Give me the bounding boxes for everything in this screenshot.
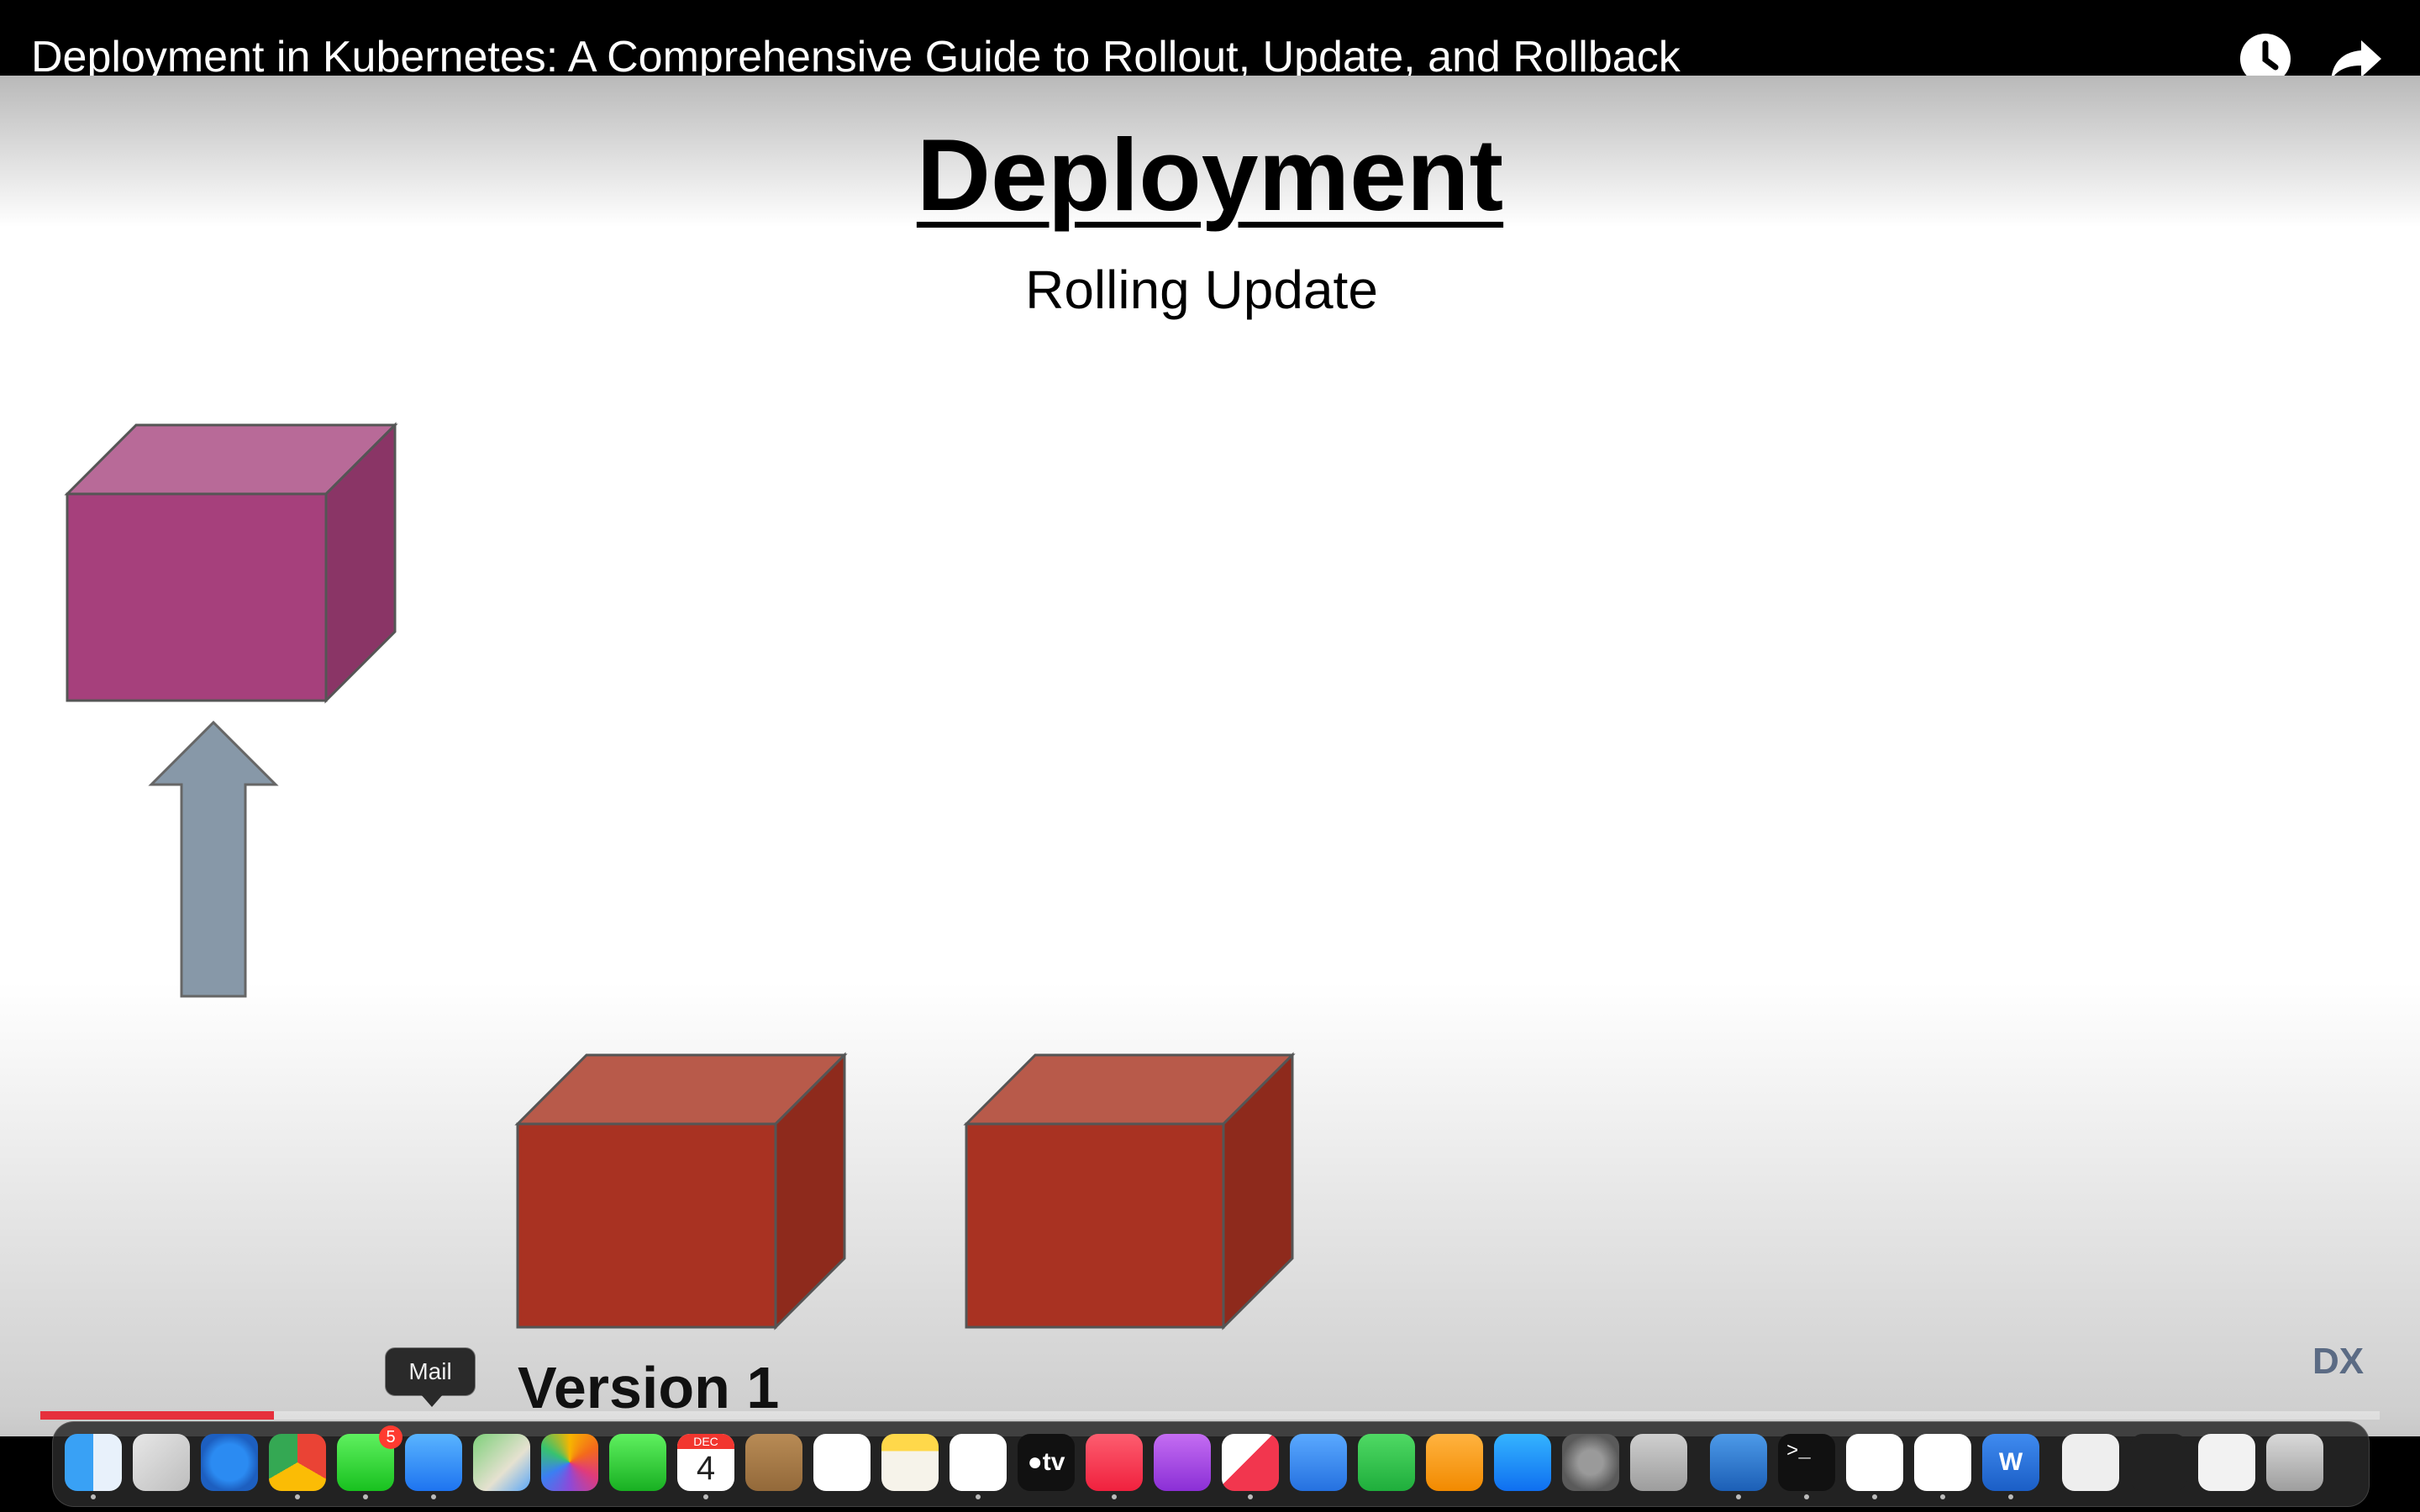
running-indicator [91, 1494, 96, 1499]
terminal-prompt: >_ [1786, 1441, 1811, 1463]
facetime-icon[interactable] [609, 1434, 666, 1491]
running-indicator [2008, 1494, 2013, 1499]
launchpad-icon[interactable] [133, 1434, 190, 1491]
openoffice-icon[interactable] [1710, 1434, 1767, 1491]
calendar-day: 4 [696, 1450, 716, 1487]
tv-label: ●tv [1027, 1448, 1065, 1476]
nordvpn-icon[interactable] [1914, 1434, 1971, 1491]
messages-badge: 5 [379, 1425, 402, 1449]
vscode-icon[interactable] [1846, 1434, 1903, 1491]
running-indicator [1940, 1494, 1945, 1499]
notes-icon[interactable] [881, 1434, 939, 1491]
old-version-pod-cube-1 [514, 1052, 848, 1331]
running-indicator [1112, 1494, 1117, 1499]
running-indicator [976, 1494, 981, 1499]
photos-icon[interactable] [541, 1434, 598, 1491]
mail-icon[interactable] [405, 1434, 462, 1491]
system-settings-icon[interactable] [1562, 1434, 1619, 1491]
document-icon[interactable] [2062, 1434, 2119, 1491]
running-indicator [1804, 1494, 1809, 1499]
running-indicator [1872, 1494, 1877, 1499]
chrome-icon[interactable] [269, 1434, 326, 1491]
numbers-icon[interactable] [1358, 1434, 1415, 1491]
pages-icon[interactable] [1426, 1434, 1483, 1491]
rolling-update-diagram [64, 422, 1296, 1331]
music-player-window-icon[interactable] [2130, 1434, 2187, 1491]
running-indicator [295, 1494, 300, 1499]
contacts-icon[interactable] [745, 1434, 802, 1491]
upgrade-arrow [148, 720, 279, 998]
running-indicator [1736, 1494, 1741, 1499]
dock-tooltip: Mail [385, 1347, 476, 1396]
dock-tooltip-tail [420, 1394, 444, 1407]
podcasts-icon[interactable] [1154, 1434, 1211, 1491]
safari-icon[interactable] [201, 1434, 258, 1491]
calendar-month: DEC [677, 1434, 734, 1449]
video-progress-played [40, 1411, 275, 1420]
chrome-window-icon[interactable] [2198, 1434, 2255, 1491]
word-icon[interactable]: W [1982, 1434, 2039, 1491]
reminders-icon[interactable] [813, 1434, 871, 1491]
trash-icon[interactable] [2266, 1434, 2323, 1491]
running-indicator [703, 1494, 708, 1499]
running-indicator [431, 1494, 436, 1499]
tv-icon[interactable]: ●tv [1018, 1434, 1075, 1491]
news-icon[interactable] [1222, 1434, 1279, 1491]
terminal-icon[interactable]: >_ [1778, 1434, 1835, 1491]
calendar-icon[interactable]: DEC 4 [677, 1434, 734, 1491]
new-version-pod-cube [64, 422, 398, 704]
music-icon[interactable] [1086, 1434, 1143, 1491]
iphone-mirroring-icon[interactable] [1630, 1434, 1687, 1491]
word-letter: W [1998, 1448, 2023, 1476]
maps-icon[interactable] [473, 1434, 530, 1491]
video-progress-bar[interactable] [40, 1411, 2380, 1420]
app-store-icon[interactable] [1494, 1434, 1551, 1491]
keynote-icon[interactable] [1290, 1434, 1347, 1491]
running-indicator [363, 1494, 368, 1499]
channel-watermark: DX [2312, 1341, 2365, 1382]
running-indicator [1248, 1494, 1253, 1499]
finder-icon[interactable] [65, 1434, 122, 1491]
dock: 5 DEC 4 ●tv >_ W [52, 1421, 2370, 1507]
old-version-pod-cube-2 [963, 1052, 1296, 1331]
freeform-icon[interactable] [950, 1434, 1007, 1491]
